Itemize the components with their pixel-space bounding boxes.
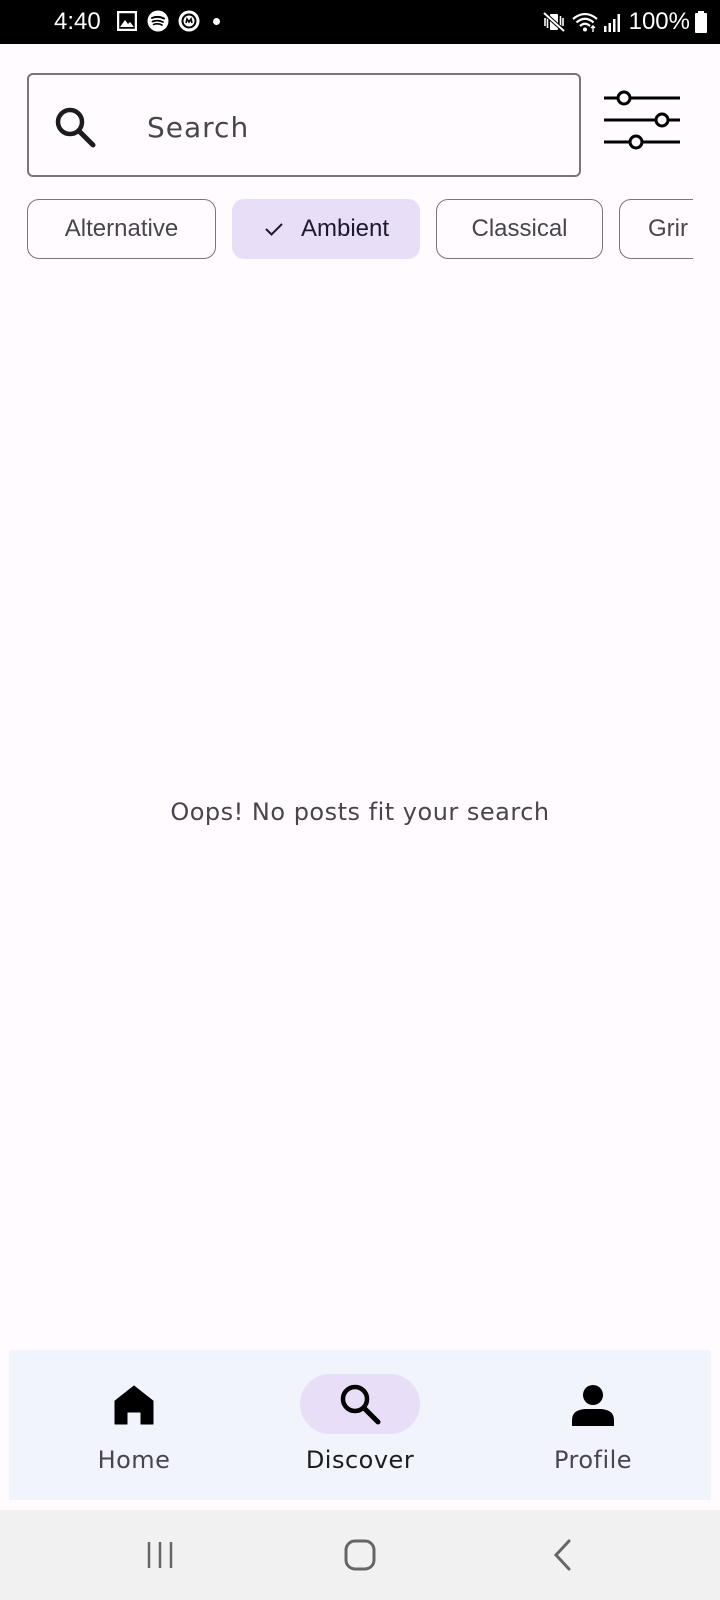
- nav-profile[interactable]: Profile: [503, 1350, 683, 1500]
- nav-discover[interactable]: Discover: [270, 1350, 450, 1500]
- notification-dot: [213, 17, 220, 25]
- home-system-button[interactable]: [330, 1532, 390, 1578]
- status-time: 4:40: [54, 8, 101, 35]
- nav-discover-indicator: [300, 1374, 420, 1434]
- recents-button[interactable]: [130, 1532, 190, 1578]
- recents-icon: [147, 1542, 173, 1568]
- signal-icon: [603, 10, 623, 34]
- gallery-icon: [116, 10, 138, 32]
- search-icon: [51, 103, 99, 151]
- search-icon: [340, 1384, 381, 1425]
- chip-label: Grir: [648, 215, 688, 242]
- spotify-icon: [147, 10, 169, 32]
- chip-alternative[interactable]: Alternative: [27, 199, 216, 259]
- nav-home-indicator: [74, 1374, 194, 1434]
- messaging-app-icon: [178, 10, 200, 32]
- nav-home[interactable]: Home: [44, 1350, 224, 1500]
- battery-icon: [694, 10, 708, 34]
- nav-profile-indicator: [533, 1374, 653, 1434]
- status-bar: 4:40 100%: [0, 0, 720, 44]
- wifi-icon: [571, 10, 599, 34]
- genre-chip-row: Alternative Ambient Classical Grir: [27, 199, 693, 259]
- back-icon: [553, 1539, 571, 1571]
- home-icon: [114, 1385, 154, 1425]
- chip-grime[interactable]: Grir: [619, 199, 693, 259]
- status-system-icons: 100%: [537, 7, 708, 37]
- mute-vibrate-icon: [541, 10, 567, 34]
- filter-button[interactable]: [600, 86, 684, 158]
- system-navigation-bar: [0, 1510, 720, 1600]
- chip-ambient[interactable]: Ambient: [232, 199, 420, 259]
- chip-label: Ambient: [300, 215, 390, 242]
- nav-profile-label: Profile: [553, 1446, 633, 1474]
- nav-home-label: Home: [97, 1446, 171, 1474]
- empty-state-message: Oops! No posts fit your search: [170, 798, 550, 826]
- chip-classical[interactable]: Classical: [436, 199, 603, 259]
- sliders-icon: [604, 90, 680, 150]
- nav-discover-label: Discover: [305, 1446, 415, 1474]
- home-circle-icon: [344, 1539, 376, 1571]
- chip-label: Classical: [471, 215, 568, 242]
- chip-label: Alternative: [64, 215, 179, 242]
- back-button[interactable]: [532, 1532, 592, 1578]
- search-input[interactable]: [147, 105, 547, 149]
- person-icon: [572, 1385, 614, 1426]
- check-icon: [263, 218, 285, 240]
- bottom-navigation: Home Discover Profile: [9, 1350, 711, 1500]
- search-field[interactable]: [27, 73, 581, 177]
- battery-percentage: 100%: [628, 8, 690, 35]
- status-notification-icons: [116, 10, 220, 32]
